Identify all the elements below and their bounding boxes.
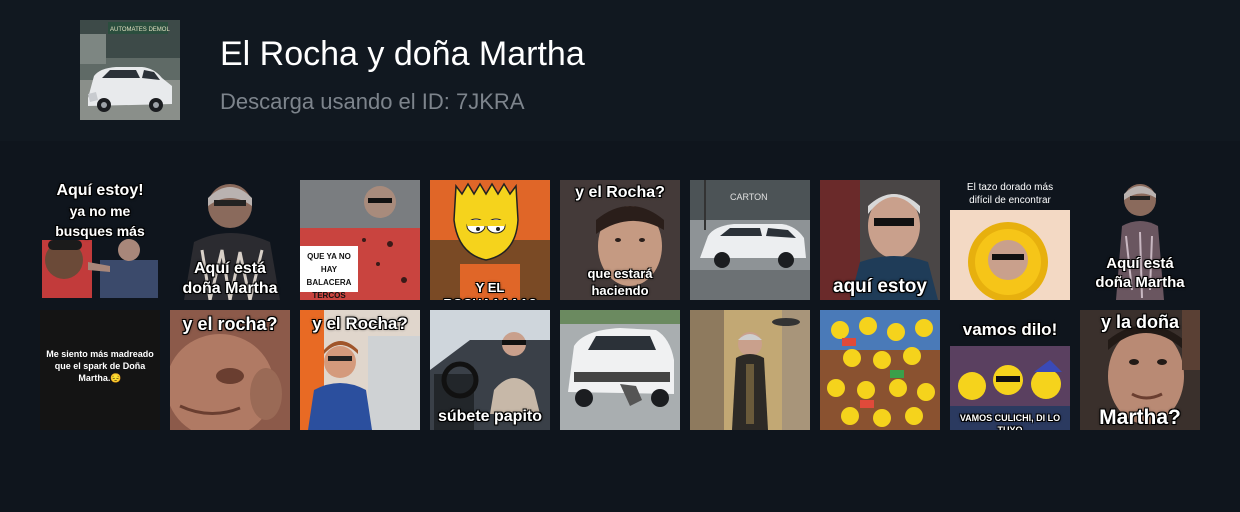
pack-header: AUTOMATES DEMOL El Rocha y doña Martha D… xyxy=(0,0,1240,141)
sticker-12-caption: y el Rocha? xyxy=(312,314,408,333)
sticker-6[interactable]: CARTON xyxy=(690,180,810,300)
sticker-10-line-1: Me siento más madreado xyxy=(46,349,154,359)
sticker-18[interactable]: y la doña Martha? xyxy=(1080,310,1200,430)
sticker-7-caption: aquí estoy xyxy=(833,276,927,297)
sticker-15[interactable] xyxy=(690,310,810,430)
sticker-1-line-3: busques más xyxy=(55,223,145,239)
sticker-3-sign-line-3: TERCOS xyxy=(312,291,346,300)
sticker-17-bottom: VAMOS CULICHI, DI LO TUYO xyxy=(959,413,1061,430)
thumb-sign-text: AUTOMATES DEMOL xyxy=(110,27,170,33)
sticker-10[interactable]: Me siento más madreado que el spark de D… xyxy=(40,310,160,430)
sticker-13-caption: súbete papito xyxy=(437,408,542,425)
sticker-5-top: y el Rocha? xyxy=(575,184,665,201)
sticker-11-caption: y el rocha? xyxy=(182,314,278,334)
sticker-7[interactable]: aquí estoy xyxy=(820,180,940,300)
sticker-5-bottom-1: que estará xyxy=(587,266,653,281)
sticker-12[interactable]: y el Rocha? xyxy=(300,310,420,430)
sticker-11[interactable]: y el rocha? xyxy=(170,310,290,430)
sticker-5[interactable]: y el Rocha? que estará haciendo xyxy=(560,180,680,300)
download-id-text: Descarga usando el ID: 7JKRA xyxy=(220,89,525,114)
sticker-10-line-2: que el spark de Doña xyxy=(54,361,146,371)
sticker-2-line-1: Aquí está xyxy=(193,260,266,277)
sticker-3[interactable]: QUE YA NO HAY BALACERA TERCOS xyxy=(300,180,420,300)
sticker-10-line-3: Martha.😔 xyxy=(78,373,122,383)
sticker-18-bottom: Martha? xyxy=(1099,406,1181,429)
sticker-16[interactable] xyxy=(820,310,940,430)
pack-title: El Rocha y doña Martha xyxy=(220,35,585,73)
sticker-8-top-2: difícil de encontrar xyxy=(969,195,1051,206)
sticker-3-sign-line-2: BALACERA xyxy=(306,278,352,287)
sticker-6-sign: CARTON xyxy=(730,192,768,202)
sticker-17[interactable]: vamos dilo! VAMOS CULICHI, DI LO TUYO xyxy=(950,310,1070,430)
sticker-5-bottom-2: haciendo xyxy=(591,283,649,298)
sticker-3-sign-line-1: QUE YA NO HAY xyxy=(307,252,351,274)
sticker-1-line-2: ya no me xyxy=(69,203,131,219)
sticker-9-line-2: doña Martha xyxy=(1095,274,1185,291)
sticker-9[interactable]: Aquí está doña Martha xyxy=(1080,180,1200,300)
sticker-8-top-1: El tazo dorado más xyxy=(966,182,1054,193)
sticker-1-line-1: Aquí estoy! xyxy=(56,182,144,199)
sticker-2-line-2: doña Martha xyxy=(182,280,278,297)
sticker-18-top: y la doña xyxy=(1100,312,1180,332)
sticker-2[interactable]: Aquí está doña Martha xyxy=(170,180,290,300)
sticker-9-line-1: Aquí está xyxy=(1106,255,1174,272)
sticker-13[interactable]: súbete papito xyxy=(430,310,550,430)
sticker-14[interactable] xyxy=(560,310,680,430)
sticker-4-caption: Y EL ROCHAAAAA? xyxy=(443,280,536,300)
sticker-8[interactable]: El tazo dorado más difícil de encontrar xyxy=(950,180,1070,300)
sticker-17-top: vamos dilo! xyxy=(962,320,1058,339)
pack-thumbnail: AUTOMATES DEMOL xyxy=(80,20,180,120)
sticker-1[interactable]: Aquí estoy! ya no me busques más xyxy=(40,180,160,300)
sticker-4[interactable]: Y EL ROCHAAAAA? xyxy=(430,180,550,300)
